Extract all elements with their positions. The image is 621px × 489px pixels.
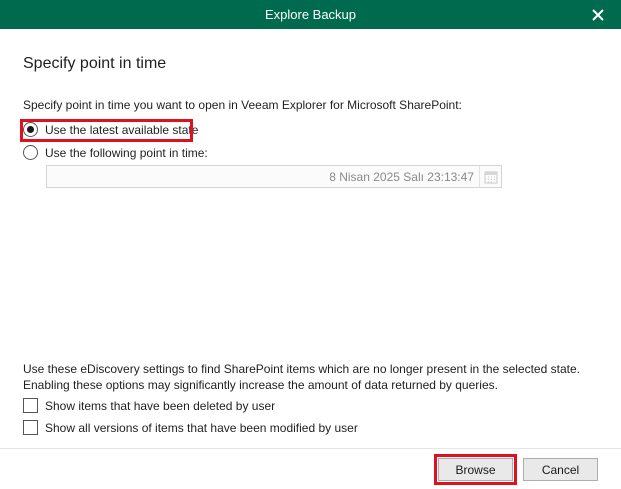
calendar-icon — [484, 171, 497, 183]
latest-state-label[interactable]: Use the latest available state — [45, 123, 198, 137]
show-deleted-checkbox[interactable]: Show items that have been deleted by use… — [23, 398, 275, 413]
point-in-time-radio[interactable]: Use the following point in time: — [23, 145, 208, 160]
footer-divider — [0, 448, 621, 449]
show-versions-checkbox[interactable]: Show all versions of items that have bee… — [23, 420, 358, 435]
show-versions-checkbox-box[interactable] — [23, 420, 38, 435]
latest-state-radio-circle[interactable] — [23, 122, 38, 137]
point-in-time-datetime-picker[interactable]: 8 Nisan 2025 Salı 23:13:47 — [46, 165, 502, 188]
latest-state-radio[interactable]: Use the latest available state — [23, 122, 198, 137]
show-deleted-label[interactable]: Show items that have been deleted by use… — [45, 399, 275, 413]
point-in-time-label[interactable]: Use the following point in time: — [45, 146, 208, 160]
cancel-button[interactable]: Cancel — [523, 458, 598, 481]
window-title: Explore Backup — [264, 7, 357, 22]
close-button[interactable] — [575, 0, 621, 29]
ediscovery-line-2: Enabling these options may significantly… — [23, 378, 498, 392]
show-versions-label[interactable]: Show all versions of items that have bee… — [45, 421, 358, 435]
ediscovery-description: Use these eDiscovery settings to find Sh… — [23, 361, 603, 393]
datetime-value: 8 Nisan 2025 Salı 23:13:47 — [329, 169, 474, 184]
intro-text: Specify point in time you want to open i… — [23, 98, 462, 112]
page-heading: Specify point in time — [23, 55, 167, 72]
browse-button[interactable]: Browse — [438, 458, 513, 481]
show-deleted-checkbox-box[interactable] — [23, 398, 38, 413]
ediscovery-line-1: Use these eDiscovery settings to find Sh… — [23, 362, 580, 376]
point-in-time-radio-circle[interactable] — [23, 145, 38, 160]
calendar-button[interactable] — [479, 166, 501, 187]
radio-selected-dot — [27, 126, 34, 133]
title-bar: Explore Backup — [0, 0, 621, 29]
close-icon — [592, 8, 604, 21]
